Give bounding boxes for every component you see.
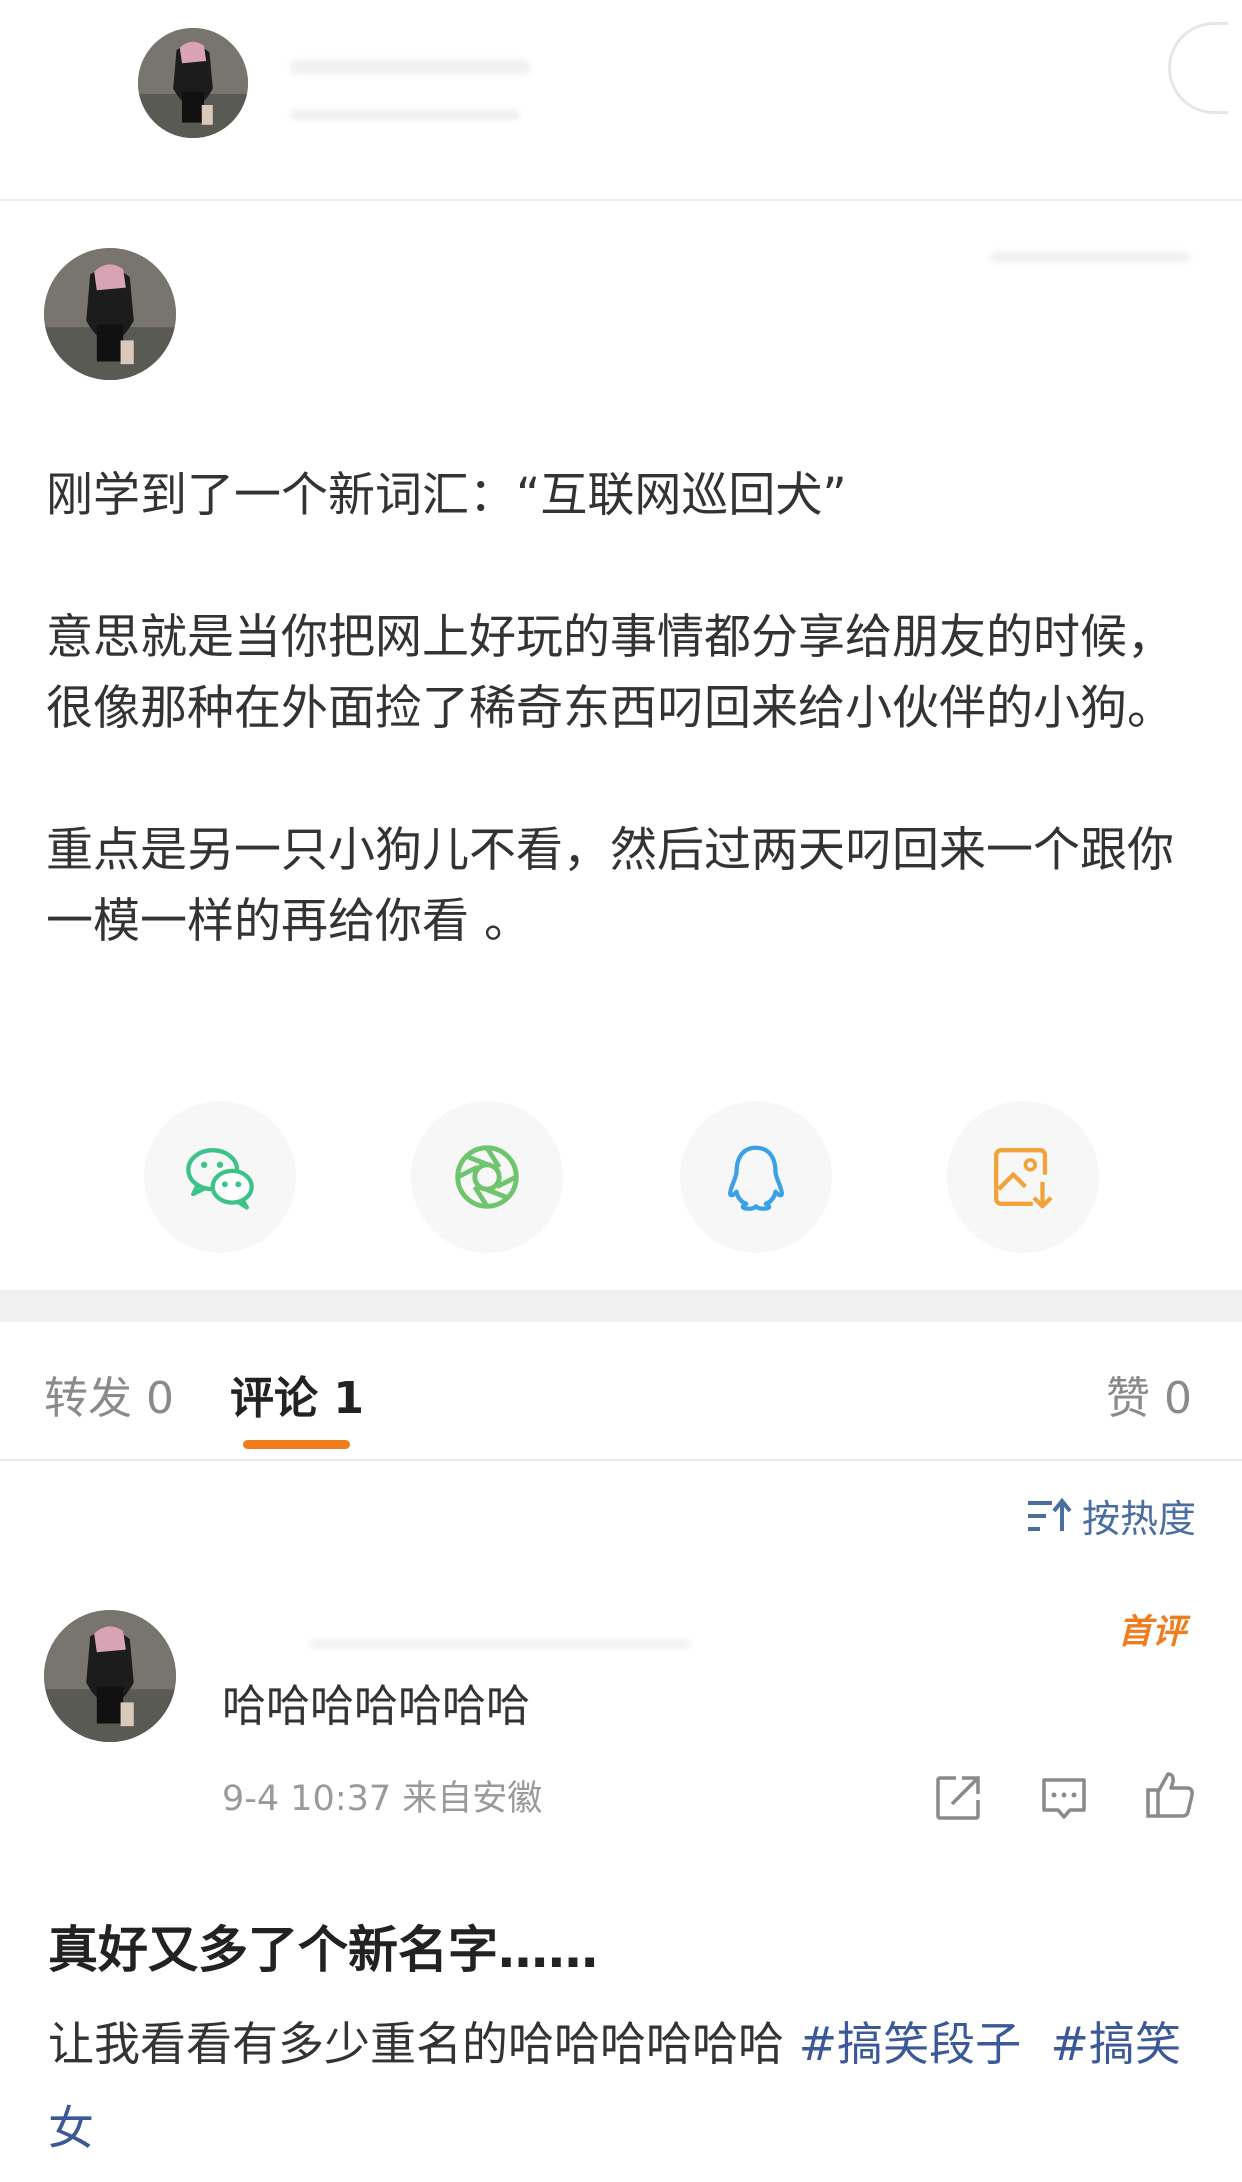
hashtag-link[interactable]: #搞笑段子 xyxy=(799,2017,1022,2071)
share-wechat-button[interactable] xyxy=(144,1101,296,1253)
sort-label: 按热度 xyxy=(1082,1497,1197,1541)
share-qq-button[interactable] xyxy=(680,1101,832,1253)
post-paragraph: 刚学到了一个新词汇：“互联网巡回犬” xyxy=(46,468,847,523)
post-body: 刚学到了一个新词汇：“互联网巡回犬” 意思就是当你把网上好玩的事情都分享给朋友的… xyxy=(46,460,1206,957)
share-save-image-button[interactable] xyxy=(947,1101,1099,1253)
caption-text: 让我看看有多少重名的哈哈哈哈哈哈 #搞笑段子 #搞笑女 xyxy=(48,2002,1208,2170)
wechat-icon xyxy=(186,1148,254,1210)
post-author-name-redacted xyxy=(990,252,1190,262)
first-comment-badge: 首评 xyxy=(1118,1612,1186,1652)
comment-like-icon[interactable] xyxy=(1142,1766,1198,1822)
commenter-avatar[interactable] xyxy=(44,1610,176,1742)
section-separator xyxy=(0,1290,1242,1322)
tab-comment[interactable]: 评论 1 xyxy=(230,1362,364,1426)
post-author-avatar[interactable] xyxy=(44,248,176,380)
post-paragraph: 重点是另一只小狗儿不看，然后过两天叼回来一个跟你一模一样的再给你看 。 xyxy=(46,823,1174,949)
qq-icon xyxy=(728,1145,784,1211)
header-username-redacted xyxy=(290,60,530,74)
tabs-divider xyxy=(0,1459,1242,1461)
caption-body: 让我看看有多少重名的哈哈哈哈哈哈 xyxy=(48,2017,799,2071)
tab-repost[interactable]: 转发 0 xyxy=(44,1362,174,1426)
header-divider xyxy=(0,199,1242,201)
tab-like[interactable]: 赞 0 xyxy=(1106,1362,1192,1426)
sort-icon xyxy=(1028,1497,1072,1531)
sort-by-hot-button[interactable]: 按热度 xyxy=(1024,1488,1196,1543)
commenter-name-redacted xyxy=(310,1640,690,1648)
save-image-icon xyxy=(994,1148,1053,1209)
tab-active-indicator xyxy=(243,1440,350,1449)
comment-text: 哈哈哈哈哈哈哈 xyxy=(222,1681,530,1732)
header-subtitle-redacted xyxy=(290,110,520,120)
comment-reply-icon[interactable] xyxy=(1036,1770,1092,1826)
post-paragraph: 意思就是当你把网上好玩的事情都分享给朋友的时候，很像那种在外面捡了稀奇东西叼回来… xyxy=(46,610,1174,736)
header-avatar[interactable] xyxy=(138,28,248,138)
comment-share-icon[interactable] xyxy=(930,1770,986,1826)
caption-title: 真好又多了个新名字…… xyxy=(48,1921,598,1979)
comment-meta: 9-4 10:37 来自安徽 xyxy=(222,1779,543,1819)
share-moments-button[interactable] xyxy=(411,1101,563,1253)
moments-icon xyxy=(455,1145,519,1209)
